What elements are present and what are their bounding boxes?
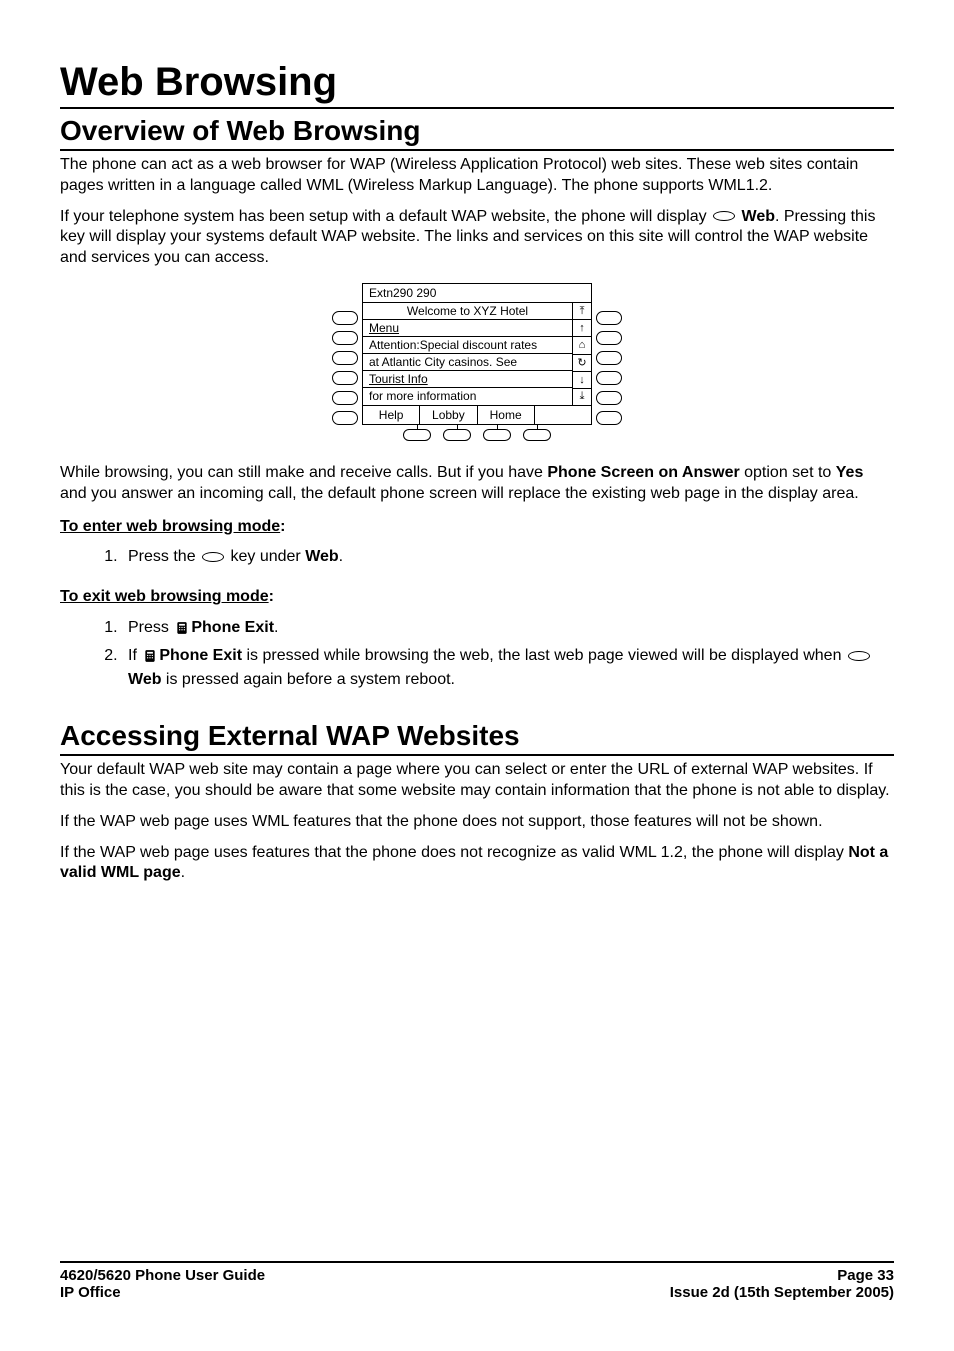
feature-button-left[interactable]	[332, 391, 358, 405]
colon: :	[269, 588, 274, 605]
softkey-empty	[535, 406, 591, 424]
softkey-oval-icon	[848, 651, 870, 661]
text: .	[274, 619, 278, 636]
feature-button-left[interactable]	[332, 311, 358, 325]
external-para-3: If the WAP web page uses features that t…	[60, 843, 894, 885]
feature-button-right[interactable]	[596, 311, 622, 325]
enter-mode-heading: To enter web browsing mode:	[60, 517, 894, 538]
text: If	[128, 647, 141, 664]
scroll-up-icon[interactable]: ↑	[573, 320, 591, 337]
section-external-heading: Accessing External WAP Websites	[60, 720, 894, 756]
colon: :	[280, 518, 285, 535]
screen-line: Attention:Special discount rates	[363, 337, 572, 354]
feature-button-right[interactable]	[596, 371, 622, 385]
text: .	[339, 548, 343, 565]
screen-line-link[interactable]: Tourist Info	[363, 371, 572, 388]
softkey-oval-icon	[713, 211, 735, 221]
scroll-top-icon[interactable]: ⤒	[573, 303, 591, 320]
phone-icon	[175, 621, 189, 635]
right-feature-buttons	[596, 283, 622, 425]
feature-button-right[interactable]	[596, 331, 622, 345]
yes-label: Yes	[836, 464, 864, 481]
external-para-1: Your default WAP web site may contain a …	[60, 760, 894, 802]
footer-guide-title: 4620/5620 Phone User Guide	[60, 1267, 265, 1284]
enter-mode-step: Press the key under Web.	[122, 545, 894, 569]
softkey-oval-icon	[202, 552, 224, 562]
phone-exit-label: Phone Exit	[159, 647, 242, 664]
screen-line-link[interactable]: Menu	[363, 320, 572, 337]
screen-line: at Atlantic City casinos. See	[363, 354, 572, 371]
overview-para-3: While browsing, you can still make and r…	[60, 463, 894, 505]
exit-mode-heading: To exit web browsing mode:	[60, 587, 894, 608]
overview-para-2: If your telephone system has been setup …	[60, 207, 894, 269]
footer-page-number: Page 33	[670, 1267, 894, 1284]
scroll-bar: ⤒ ↑ ⌂ ↻ ↓ ⤓	[573, 303, 591, 405]
home-icon[interactable]: ⌂	[573, 337, 591, 354]
text: If the WAP web page uses features that t…	[60, 844, 848, 861]
left-feature-buttons	[332, 283, 358, 425]
scroll-bottom-icon[interactable]: ⤓	[573, 389, 591, 405]
softkey-lobby[interactable]: Lobby	[420, 406, 477, 424]
web-label: Web	[305, 548, 338, 565]
softkey-home[interactable]: Home	[478, 406, 535, 424]
feature-button-left[interactable]	[332, 371, 358, 385]
text: option set to	[740, 464, 836, 481]
text: is pressed while browsing the web, the l…	[242, 647, 846, 664]
enter-mode-steps: Press the key under Web.	[60, 545, 894, 569]
refresh-icon[interactable]: ↻	[573, 355, 591, 372]
softkey-button[interactable]	[403, 429, 431, 441]
softkey-button-row	[332, 429, 622, 441]
external-para-2: If the WAP web page uses WML features th…	[60, 812, 894, 833]
feature-button-right[interactable]	[596, 351, 622, 365]
page-footer: 4620/5620 Phone User Guide IP Office Pag…	[60, 1251, 894, 1301]
feature-button-left[interactable]	[332, 331, 358, 345]
web-label: Web	[742, 208, 775, 225]
phone-screen-figure: Extn290 290 Welcome to XYZ Hotel Menu At…	[60, 283, 894, 441]
text: While browsing, you can still make and r…	[60, 464, 547, 481]
softkey-button[interactable]	[523, 429, 551, 441]
phone-screen-on-answer-label: Phone Screen on Answer	[547, 464, 739, 481]
exit-mode-step-1: Press Phone Exit.	[122, 616, 894, 640]
screen-line: for more information	[363, 388, 572, 405]
feature-button-right[interactable]	[596, 391, 622, 405]
feature-button-left[interactable]	[332, 351, 358, 365]
feature-button-left[interactable]	[332, 411, 358, 425]
text: Press	[128, 619, 173, 636]
footer-product: IP Office	[60, 1284, 265, 1301]
text: Press the	[128, 548, 200, 565]
page-title: Web Browsing	[60, 60, 894, 109]
phone-display: Extn290 290 Welcome to XYZ Hotel Menu At…	[362, 283, 592, 425]
text: and you answer an incoming call, the def…	[60, 485, 859, 502]
screen-line: Welcome to XYZ Hotel	[363, 303, 572, 320]
footer-issue-date: Issue 2d (15th September 2005)	[670, 1284, 894, 1301]
web-label: Web	[128, 671, 161, 688]
phone-exit-label: Phone Exit	[191, 619, 274, 636]
enter-mode-heading-text: To enter web browsing mode	[60, 518, 280, 535]
feature-button-right[interactable]	[596, 411, 622, 425]
text: .	[181, 864, 185, 881]
text: key under	[226, 548, 305, 565]
overview-para-2-part-a: If your telephone system has been setup …	[60, 208, 711, 225]
screen-extension-title: Extn290 290	[363, 284, 591, 303]
exit-mode-heading-text: To exit web browsing mode	[60, 588, 269, 605]
overview-para-1: The phone can act as a web browser for W…	[60, 155, 894, 197]
softkey-button[interactable]	[443, 429, 471, 441]
scroll-down-icon[interactable]: ↓	[573, 372, 591, 389]
phone-icon	[143, 649, 157, 663]
softkey-button[interactable]	[483, 429, 511, 441]
exit-mode-steps: Press Phone Exit. If Phone Exit is press…	[60, 616, 894, 692]
section-overview-heading: Overview of Web Browsing	[60, 115, 894, 151]
exit-mode-step-2: If Phone Exit is pressed while browsing …	[122, 644, 894, 692]
softkey-help[interactable]: Help	[363, 406, 420, 424]
text: is pressed again before a system reboot.	[161, 671, 455, 688]
